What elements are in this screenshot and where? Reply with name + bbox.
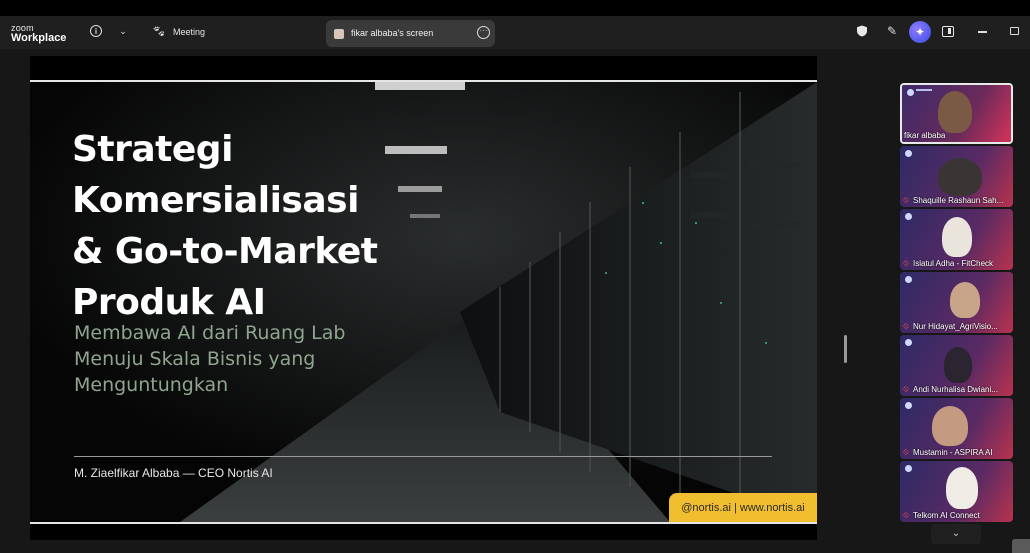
mic-muted-icon: ⦸ [903, 510, 909, 519]
slide-contact-badge: @nortis.ai | www.nortis.ai [669, 493, 817, 522]
participant-tile[interactable]: ⦸ Islatul Adha - FitCheck [900, 209, 1013, 270]
participant-name: Mustamin - ASPIRA AI [913, 447, 993, 457]
participant-name: Shaquille Rashaun Sah... [913, 195, 1004, 205]
panel-icon[interactable] [942, 26, 954, 37]
info-icon[interactable]: i [90, 25, 102, 37]
shared-slide: Strategi Komersialisasi & Go-to-Market P… [30, 56, 817, 540]
participant-tile[interactable]: ⦸ Nur Hidayat_AgriVisio... [900, 272, 1013, 333]
event-logo-icon [905, 339, 912, 346]
slide-title: Strategi Komersialisasi & Go-to-Market P… [72, 129, 378, 323]
event-logo-icon [905, 402, 912, 409]
title-bar: zoom Workplace i ⌄ 🐾︎ Meeting fikar alba… [0, 16, 1030, 49]
participant-name: Telkom AI Connect [913, 510, 980, 520]
slide-subtitle: Membawa AI dari Ruang Lab Menuju Skala B… [74, 322, 346, 396]
corner-button[interactable] [1012, 539, 1030, 553]
slide-bottom-rule [30, 522, 817, 524]
slide-divider [74, 456, 772, 457]
logo-line2: Workplace [11, 32, 67, 44]
participant-tile[interactable]: ⦸ Andi Nurhalisa Dwiani... [900, 335, 1013, 396]
screen-thumb-icon [334, 29, 344, 39]
event-logo-icon [907, 89, 914, 96]
screen-share-tab[interactable]: fikar albaba's screen ··· [326, 20, 495, 47]
meeting-label: Meeting [172, 26, 205, 37]
event-logo-icon [905, 213, 912, 220]
participant-name: Andi Nurhalisa Dwiani... [913, 384, 998, 394]
top-edge [0, 0, 1030, 16]
participant-tile[interactable]: fikar albaba [900, 83, 1013, 144]
mic-muted-icon: ⦸ [903, 258, 909, 267]
ai-sparkle-icon[interactable]: ✦ [909, 21, 931, 43]
meeting-stage: Strategi Komersialisasi & Go-to-Market P… [0, 49, 1030, 553]
scroll-down-chevron-icon[interactable]: ⌄ [931, 524, 981, 544]
participant-tile[interactable]: ⦸ Telkom AI Connect [900, 461, 1013, 522]
meeting-tab[interactable]: 🐾︎ Meeting [152, 25, 205, 38]
mic-muted-icon: ⦸ [903, 447, 909, 456]
mic-muted-icon: ⦸ [903, 384, 909, 393]
zoom-workplace-logo: zoom Workplace [11, 23, 67, 44]
minimize-icon[interactable] [978, 31, 987, 33]
slide-author: M. Ziaelfikar Albaba — CEO Nortis AI [74, 466, 273, 480]
more-icon[interactable]: ··· [477, 26, 490, 39]
mic-muted-icon: ⦸ [903, 321, 909, 330]
pen-icon[interactable]: ✎ [885, 24, 899, 38]
participant-name: Nur Hidayat_AgriVisio... [913, 321, 998, 331]
event-logo-icon [905, 465, 912, 472]
restore-icon[interactable] [1010, 27, 1019, 35]
participant-tile[interactable]: ⦸ Mustamin - ASPIRA AI [900, 398, 1013, 459]
participant-tile[interactable]: ⦸ Shaquille Rashaun Sah... [900, 146, 1013, 207]
mic-muted-icon: ⦸ [903, 195, 909, 204]
event-logo-icon [905, 150, 912, 157]
participant-name: fikar albaba [904, 131, 946, 140]
screen-tab-label: fikar albaba's screen [351, 28, 434, 38]
shield-icon[interactable] [856, 25, 868, 37]
event-logo-icon [905, 276, 912, 283]
resize-handle[interactable] [844, 335, 847, 363]
slide-top-rule [30, 80, 817, 82]
chevron-down-icon[interactable]: ⌄ [116, 24, 130, 38]
paw-icon: 🐾︎ [152, 26, 166, 38]
participant-name: Islatul Adha - FitCheck [913, 258, 994, 268]
